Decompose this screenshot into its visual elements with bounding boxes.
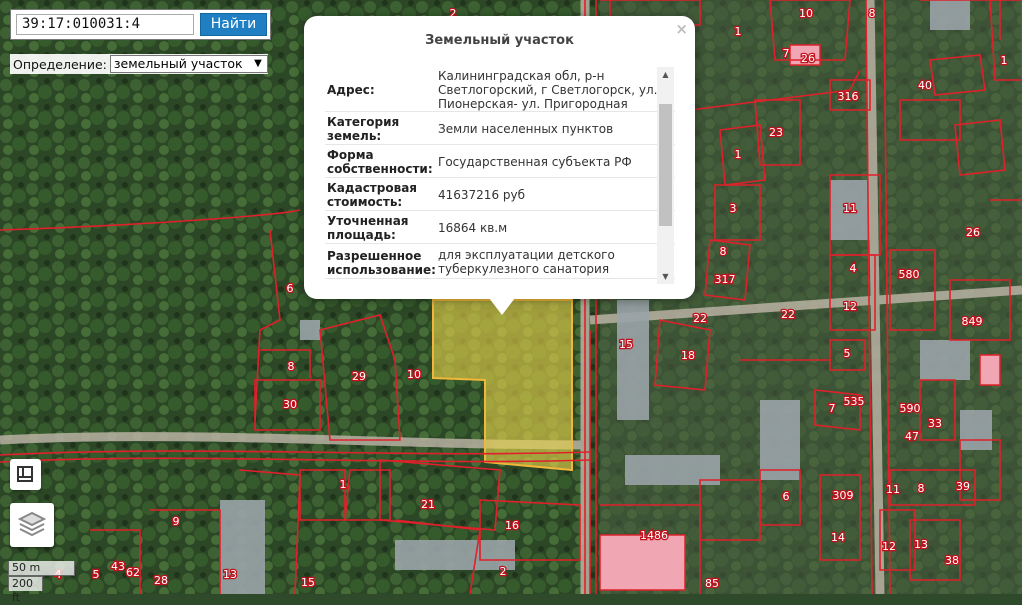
- parcel-label: 22: [693, 312, 707, 325]
- parcel-label: 9: [173, 515, 180, 528]
- layers-icon: [17, 511, 47, 537]
- parcel-label: 1: [735, 148, 742, 161]
- parcel-label: 7: [829, 402, 836, 415]
- search-panel: 39:17:010031:4 Найти: [10, 9, 271, 40]
- parcel-label: 18: [681, 349, 695, 362]
- parcel-label: 15: [619, 338, 633, 351]
- parcel-label: 317: [715, 273, 736, 286]
- parcel-label: 8: [720, 245, 727, 258]
- layers-button[interactable]: [10, 503, 54, 547]
- info-key: Уточненная площадь:: [327, 214, 409, 242]
- cadastral-number-input[interactable]: 39:17:010031:4: [16, 14, 194, 35]
- legend-button[interactable]: [10, 459, 41, 490]
- parcel-label: 8: [869, 7, 876, 20]
- info-key: Разрешенное использование:: [327, 249, 436, 277]
- popup-scrollbar[interactable]: ▲ ▼: [657, 67, 674, 284]
- parcel-label: 38: [945, 554, 959, 567]
- info-row-cadastral-value: Кадастровая стоимость: 41637216 руб: [325, 178, 675, 211]
- popup-pointer: [489, 298, 515, 315]
- info-row-ownership: Форма собственности: Государственная суб…: [325, 145, 675, 178]
- parcel-label: 590: [900, 402, 921, 415]
- info-value: 41637216 руб: [438, 187, 526, 202]
- parcel-label: 3: [730, 202, 737, 215]
- parcel-label: 580: [899, 268, 920, 281]
- parcel-label: 26: [801, 52, 815, 65]
- parcel-label: 2: [500, 565, 507, 578]
- info-row-address: Адрес: Калининградская обл, р-н Светлого…: [325, 67, 675, 112]
- parcel-label: 14: [831, 531, 845, 544]
- popup-title: Земельный участок: [425, 33, 574, 48]
- parcel-label: 12: [843, 300, 857, 313]
- scale-metric: 50 m: [8, 561, 75, 576]
- parcel-label: 30: [283, 398, 297, 411]
- parcel-label: 16: [505, 519, 519, 532]
- parcel-label: 5: [93, 568, 100, 581]
- info-key: Категория земель:: [327, 115, 400, 143]
- info-value: Калининградская обл, р-н Светлогорский, …: [438, 68, 658, 111]
- definition-selected-value: земельный участок: [113, 56, 243, 71]
- parcel-label: 1: [1001, 54, 1008, 67]
- parcel-label: 10: [407, 368, 421, 381]
- parcel-label: 11: [886, 483, 900, 496]
- parcel-label: 11: [843, 202, 857, 215]
- parcel-label: 8: [918, 482, 925, 495]
- info-value: Земли населенных пунктов: [438, 121, 614, 136]
- parcel-label: 6: [783, 490, 790, 503]
- popup-info-table: Адрес: Калининградская обл, р-н Светлого…: [325, 67, 675, 285]
- parcel-label: 85: [705, 577, 719, 590]
- info-row-area: Уточненная площадь: 16864 кв.м: [325, 211, 675, 244]
- chevron-down-icon: ▼: [254, 58, 262, 69]
- scale-imperial: 200 ft: [8, 576, 43, 604]
- map-scale: 50 m 200 ft: [8, 561, 75, 604]
- parcel-label: 62: [126, 566, 140, 579]
- parcel-label: 22: [781, 308, 795, 321]
- parcel-label: 15: [301, 576, 315, 589]
- parcel-label: 5: [844, 347, 851, 360]
- parcel-label: 6: [287, 282, 294, 295]
- parcel-label: 28: [154, 574, 168, 587]
- parcel-label: 33: [928, 417, 942, 430]
- parcel-label: 39: [956, 480, 970, 493]
- parcel-label: 7: [783, 47, 790, 60]
- parcel-label: 1: [340, 478, 347, 491]
- parcel-label: 26: [966, 226, 980, 239]
- legend-icon: [17, 466, 33, 482]
- definition-label: Определение:: [13, 56, 107, 72]
- info-key: Кадастровая стоимость:: [327, 181, 417, 209]
- parcel-info-popup: × Земельный участок Адрес: Калининградск…: [304, 16, 695, 315]
- parcel-label: 849: [962, 315, 983, 328]
- info-row-category: Категория земель: Земли населенных пункт…: [325, 112, 675, 145]
- definition-select[interactable]: земельный участок ▼: [109, 55, 268, 73]
- definition-row: Определение: земельный участок ▼: [10, 54, 268, 74]
- parcel-label: 535: [844, 395, 865, 408]
- parcel-label: 8: [288, 360, 295, 373]
- info-value: 16864 кв.м: [438, 220, 508, 235]
- info-value: Государственная субъекта РФ: [438, 154, 632, 169]
- scroll-down-arrow-icon[interactable]: ▼: [657, 269, 674, 284]
- scroll-thumb[interactable]: [659, 104, 672, 226]
- parcel-label: 12: [882, 540, 896, 553]
- info-value: для эксплуатации детского туберкулезного…: [438, 247, 615, 276]
- info-key: Адрес:: [327, 82, 375, 97]
- parcel-label: 13: [914, 538, 928, 551]
- parcel-label: 10: [799, 7, 813, 20]
- find-button[interactable]: Найти: [200, 13, 267, 36]
- parcel-label: 43: [111, 560, 125, 573]
- parcel-label: 4: [850, 262, 857, 275]
- parcel-label: 29: [352, 370, 366, 383]
- scroll-up-arrow-icon[interactable]: ▲: [657, 67, 674, 82]
- parcel-label: 21: [421, 498, 435, 511]
- parcel-label: 13: [223, 568, 237, 581]
- parcel-label: 47: [905, 430, 919, 443]
- parcel-label: 1486: [640, 529, 668, 542]
- parcel-label: 23: [769, 126, 783, 139]
- info-row-permitted-use: Разрешенное использование: для эксплуата…: [325, 244, 675, 279]
- parcel-label: 309: [833, 489, 854, 502]
- parcel-label: 1: [735, 25, 742, 38]
- parcel-label: 316: [838, 90, 859, 103]
- parcel-label: 40: [918, 79, 932, 92]
- info-key: Форма собственности:: [327, 148, 433, 176]
